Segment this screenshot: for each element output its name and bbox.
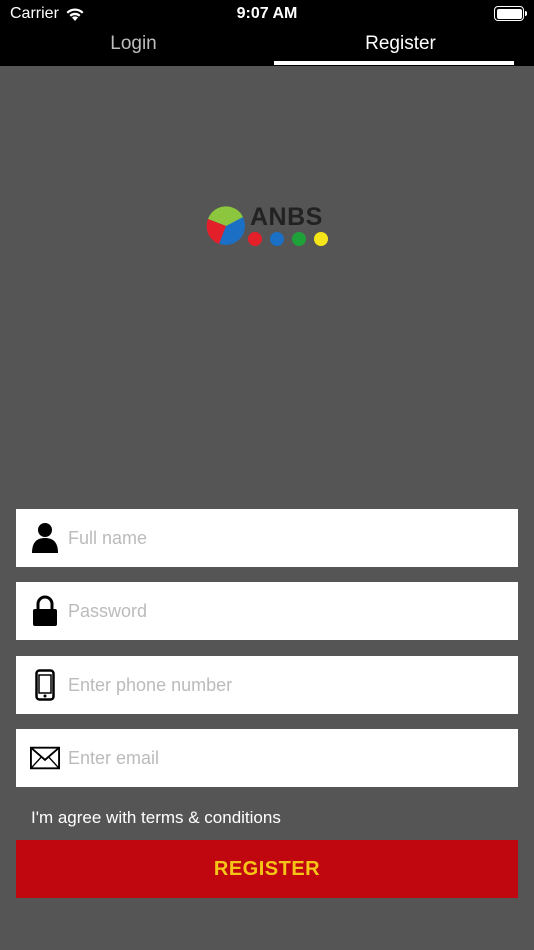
phone-input[interactable] bbox=[68, 656, 508, 714]
status-bar: Carrier 9:07 AM bbox=[0, 0, 534, 28]
battery-icon bbox=[494, 6, 527, 21]
phone-icon bbox=[30, 669, 60, 701]
password-input[interactable] bbox=[68, 582, 508, 640]
email-input[interactable] bbox=[68, 729, 508, 787]
terms-conditions-link[interactable]: I'm agree with terms & conditions bbox=[31, 808, 281, 828]
lock-icon bbox=[30, 595, 60, 627]
anbs-logo: ANBS bbox=[205, 203, 333, 249]
tab-login[interactable]: Login bbox=[0, 28, 267, 66]
tab-bar: Login Register bbox=[0, 28, 534, 66]
register-button[interactable]: REGISTER bbox=[16, 840, 518, 898]
password-field bbox=[16, 582, 518, 640]
full-name-field bbox=[16, 509, 518, 567]
logo-dots-icon bbox=[248, 232, 328, 246]
phone-field bbox=[16, 656, 518, 714]
full-name-input[interactable] bbox=[68, 509, 508, 567]
active-tab-indicator bbox=[274, 61, 514, 65]
logo-emblem-icon bbox=[206, 206, 245, 245]
status-time: 9:07 AM bbox=[236, 5, 298, 22]
logo-text: ANBS bbox=[250, 203, 323, 231]
person-icon bbox=[30, 522, 60, 554]
email-field bbox=[16, 729, 518, 787]
mail-icon bbox=[30, 742, 60, 774]
